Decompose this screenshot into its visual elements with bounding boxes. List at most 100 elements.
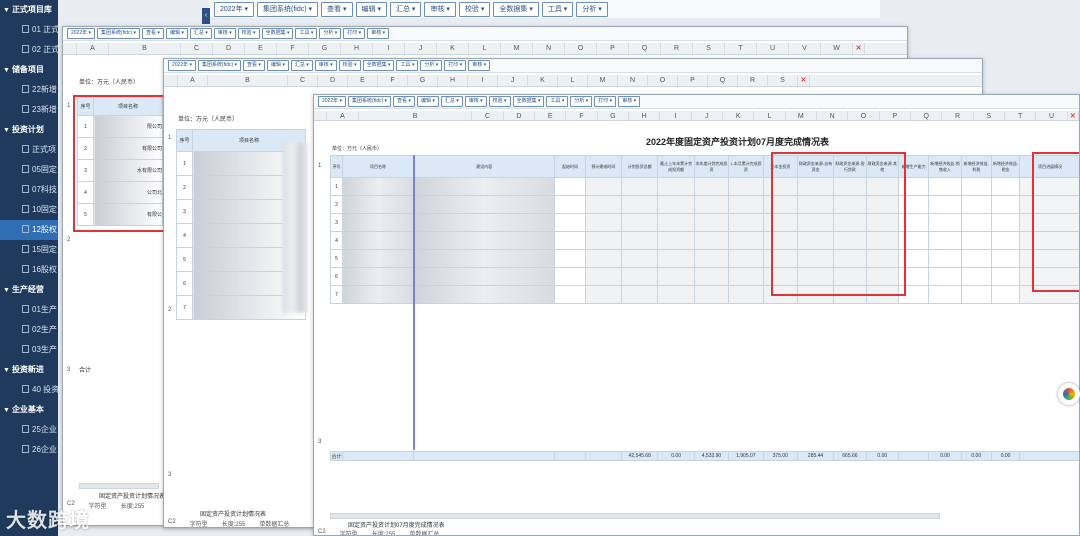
assistant-button[interactable] — [1058, 383, 1080, 405]
header-cell: 新增经济效益-利税 — [960, 155, 992, 178]
row-no-cell: 5 — [176, 247, 193, 272]
toolbar-button[interactable]: 编辑 ▾ — [165, 28, 188, 39]
table-row[interactable]: 4 — [329, 231, 1079, 250]
sidebar-item[interactable]: 23新增 — [0, 100, 58, 120]
sheet-tab[interactable]: 固定资产投资计划07月度完成情况表 — [348, 520, 445, 529]
toolbar-button[interactable]: 校验 ▾ — [338, 60, 361, 71]
toolbar-button[interactable]: 工具 ▾ — [396, 60, 419, 71]
toolbar-button[interactable]: 2022年 ▾ — [67, 28, 96, 39]
toolbar-button[interactable]: 校验 ▾ — [458, 1, 491, 17]
table-row[interactable]: 2 — [329, 195, 1079, 214]
sidebar-item[interactable]: 正式项 — [0, 140, 58, 160]
data-cell — [728, 195, 764, 214]
sheet-tab[interactable]: 固定资产投资计划情况表 — [200, 509, 266, 518]
total-cell: 375.00 — [762, 451, 798, 461]
data-cell — [990, 267, 1021, 286]
table-row[interactable]: 1 — [329, 177, 1079, 196]
sidebar-item[interactable]: 05固定 — [0, 160, 58, 180]
toolbar-button[interactable]: 分析 ▾ — [576, 1, 608, 17]
toolbar-button[interactable]: 校验 ▾ — [488, 96, 511, 107]
toolbar-button[interactable]: 打印 ▾ — [343, 28, 366, 39]
toolbar-button[interactable]: 工具 ▾ — [541, 1, 574, 17]
sidebar-item[interactable]: 10固定 — [0, 200, 58, 220]
toolbar-button[interactable]: 2022年 ▾ — [168, 60, 197, 71]
toolbar-button[interactable]: 汇总 ▾ — [290, 60, 313, 71]
toolbar-button[interactable]: 查看 ▾ — [393, 96, 415, 107]
sheet-tab[interactable]: 固定资产投资计划情况表 — [99, 491, 165, 500]
toolbar-button[interactable]: 全数据集 ▾ — [512, 96, 545, 107]
sidebar-group[interactable]: ▼ 生产经营 — [0, 280, 58, 300]
toolbar-button[interactable]: 审核 ▾ — [213, 28, 236, 39]
toolbar-button[interactable]: 编辑 ▾ — [416, 96, 439, 107]
sidebar-item[interactable]: 26企业 — [0, 440, 58, 460]
toolbar-button[interactable]: 审核 ▾ — [468, 60, 491, 71]
toolbar-button[interactable]: 编辑 ▾ — [355, 1, 387, 17]
sidebar-item[interactable]: 15固定 — [0, 240, 58, 260]
sidebar-item[interactable]: 01 正式 — [0, 20, 58, 40]
sidebar-item[interactable]: 01生产 — [0, 300, 58, 320]
sidebar-group[interactable]: ▼ 投资新进 — [0, 360, 58, 380]
sidebar-item[interactable]: 02生产 — [0, 320, 58, 340]
toolbar-button[interactable]: 集团系统(fidc) ▾ — [257, 1, 319, 17]
close-icon[interactable]: ✕ — [798, 75, 810, 86]
toolbar-button[interactable]: 审核 ▾ — [618, 96, 641, 107]
sidebar-item[interactable]: 22新增 — [0, 80, 58, 100]
sidebar-group[interactable]: ▼ 企业基本 — [0, 400, 58, 420]
column-letter: D — [504, 111, 536, 120]
toolbar-button[interactable]: 工具 ▾ — [295, 28, 318, 39]
sidebar-item[interactable]: 02 正式 — [0, 40, 58, 60]
toolbar-button[interactable]: 2022年 ▾ — [214, 1, 255, 17]
horizontal-scrollbar[interactable] — [330, 513, 940, 519]
horizontal-scrollbar[interactable] — [79, 483, 159, 489]
toolbar-button[interactable]: 编辑 ▾ — [266, 60, 289, 71]
toolbar-button[interactable]: 汇总 ▾ — [440, 96, 463, 107]
toolbar-button[interactable]: 全数据集 ▾ — [261, 28, 294, 39]
sidebar-item-label: 15固定 — [32, 245, 57, 254]
toolbar-button[interactable]: 审核 ▾ — [314, 60, 337, 71]
toolbar-button[interactable]: 分析 ▾ — [420, 60, 443, 71]
sidebar-item[interactable]: 16股权 — [0, 260, 58, 280]
toolbar-button[interactable]: 汇总 ▾ — [389, 1, 422, 17]
data-cell — [584, 213, 623, 232]
toolbar-button[interactable]: 工具 ▾ — [546, 96, 569, 107]
toolbar-button[interactable]: 审核 ▾ — [367, 28, 390, 39]
toolbar-button[interactable]: 集团系统(fidc) ▾ — [198, 60, 242, 71]
table-row[interactable]: 5 — [329, 249, 1079, 268]
toolbar-button[interactable]: 2022年 ▾ — [318, 96, 347, 107]
toolbar-button[interactable]: 集团系统(fidc) ▾ — [97, 28, 141, 39]
table-row[interactable]: 7 — [329, 285, 1079, 304]
toolbar-button[interactable]: 查看 ▾ — [142, 28, 164, 39]
sidebar-item[interactable]: 12股权 — [0, 220, 58, 240]
sidebar-group[interactable]: ▼ 储备项目 — [0, 60, 58, 80]
collapse-sidebar-button[interactable]: ‹ — [202, 8, 210, 24]
toolbar-button[interactable]: 打印 ▾ — [444, 60, 467, 71]
toolbar-button[interactable]: 全数据集 ▾ — [362, 60, 395, 71]
caret-down-icon: ▼ — [3, 367, 10, 374]
toolbar-button[interactable]: 查看 ▾ — [321, 1, 353, 17]
table-row[interactable]: 3 — [329, 213, 1079, 232]
toolbar-button[interactable]: 集团系统(fidc) ▾ — [348, 96, 392, 107]
toolbar-button[interactable]: 汇总 ▾ — [189, 28, 212, 39]
sidebar-item[interactable]: 07科技 — [0, 180, 58, 200]
toolbar-button[interactable]: 审核 ▾ — [464, 96, 487, 107]
sidebar-group[interactable]: ▼ 正式项目库 — [0, 0, 58, 20]
toolbar-button[interactable]: 分析 ▾ — [319, 28, 342, 39]
column-letter: G — [598, 111, 630, 120]
sidebar-group[interactable]: ▼ 投资计划 — [0, 120, 58, 140]
toolbar-button[interactable]: 打印 ▾ — [594, 96, 617, 107]
column-header-row: A B C D E F G H I J K L M N O P Q R S ✕ — [164, 75, 982, 87]
table-row[interactable]: 6 — [329, 267, 1079, 286]
sidebar-item[interactable]: 03生产 — [0, 340, 58, 360]
toolbar-button[interactable]: 校验 ▾ — [237, 28, 260, 39]
toolbar-button[interactable]: 分析 ▾ — [570, 96, 593, 107]
toolbar-button[interactable]: 全数据集 ▾ — [493, 1, 539, 17]
data-cell — [693, 285, 730, 304]
close-icon[interactable]: ✕ — [1068, 111, 1079, 120]
sidebar-item[interactable]: 25企业 — [0, 420, 58, 440]
close-icon[interactable]: ✕ — [853, 43, 865, 54]
sidebar-item[interactable]: 40 投资 — [0, 380, 58, 400]
data-cell — [657, 267, 695, 286]
toolbar-button[interactable]: 查看 ▾ — [243, 60, 265, 71]
column-letter: D — [318, 75, 348, 86]
toolbar-button[interactable]: 审核 ▾ — [424, 1, 456, 17]
